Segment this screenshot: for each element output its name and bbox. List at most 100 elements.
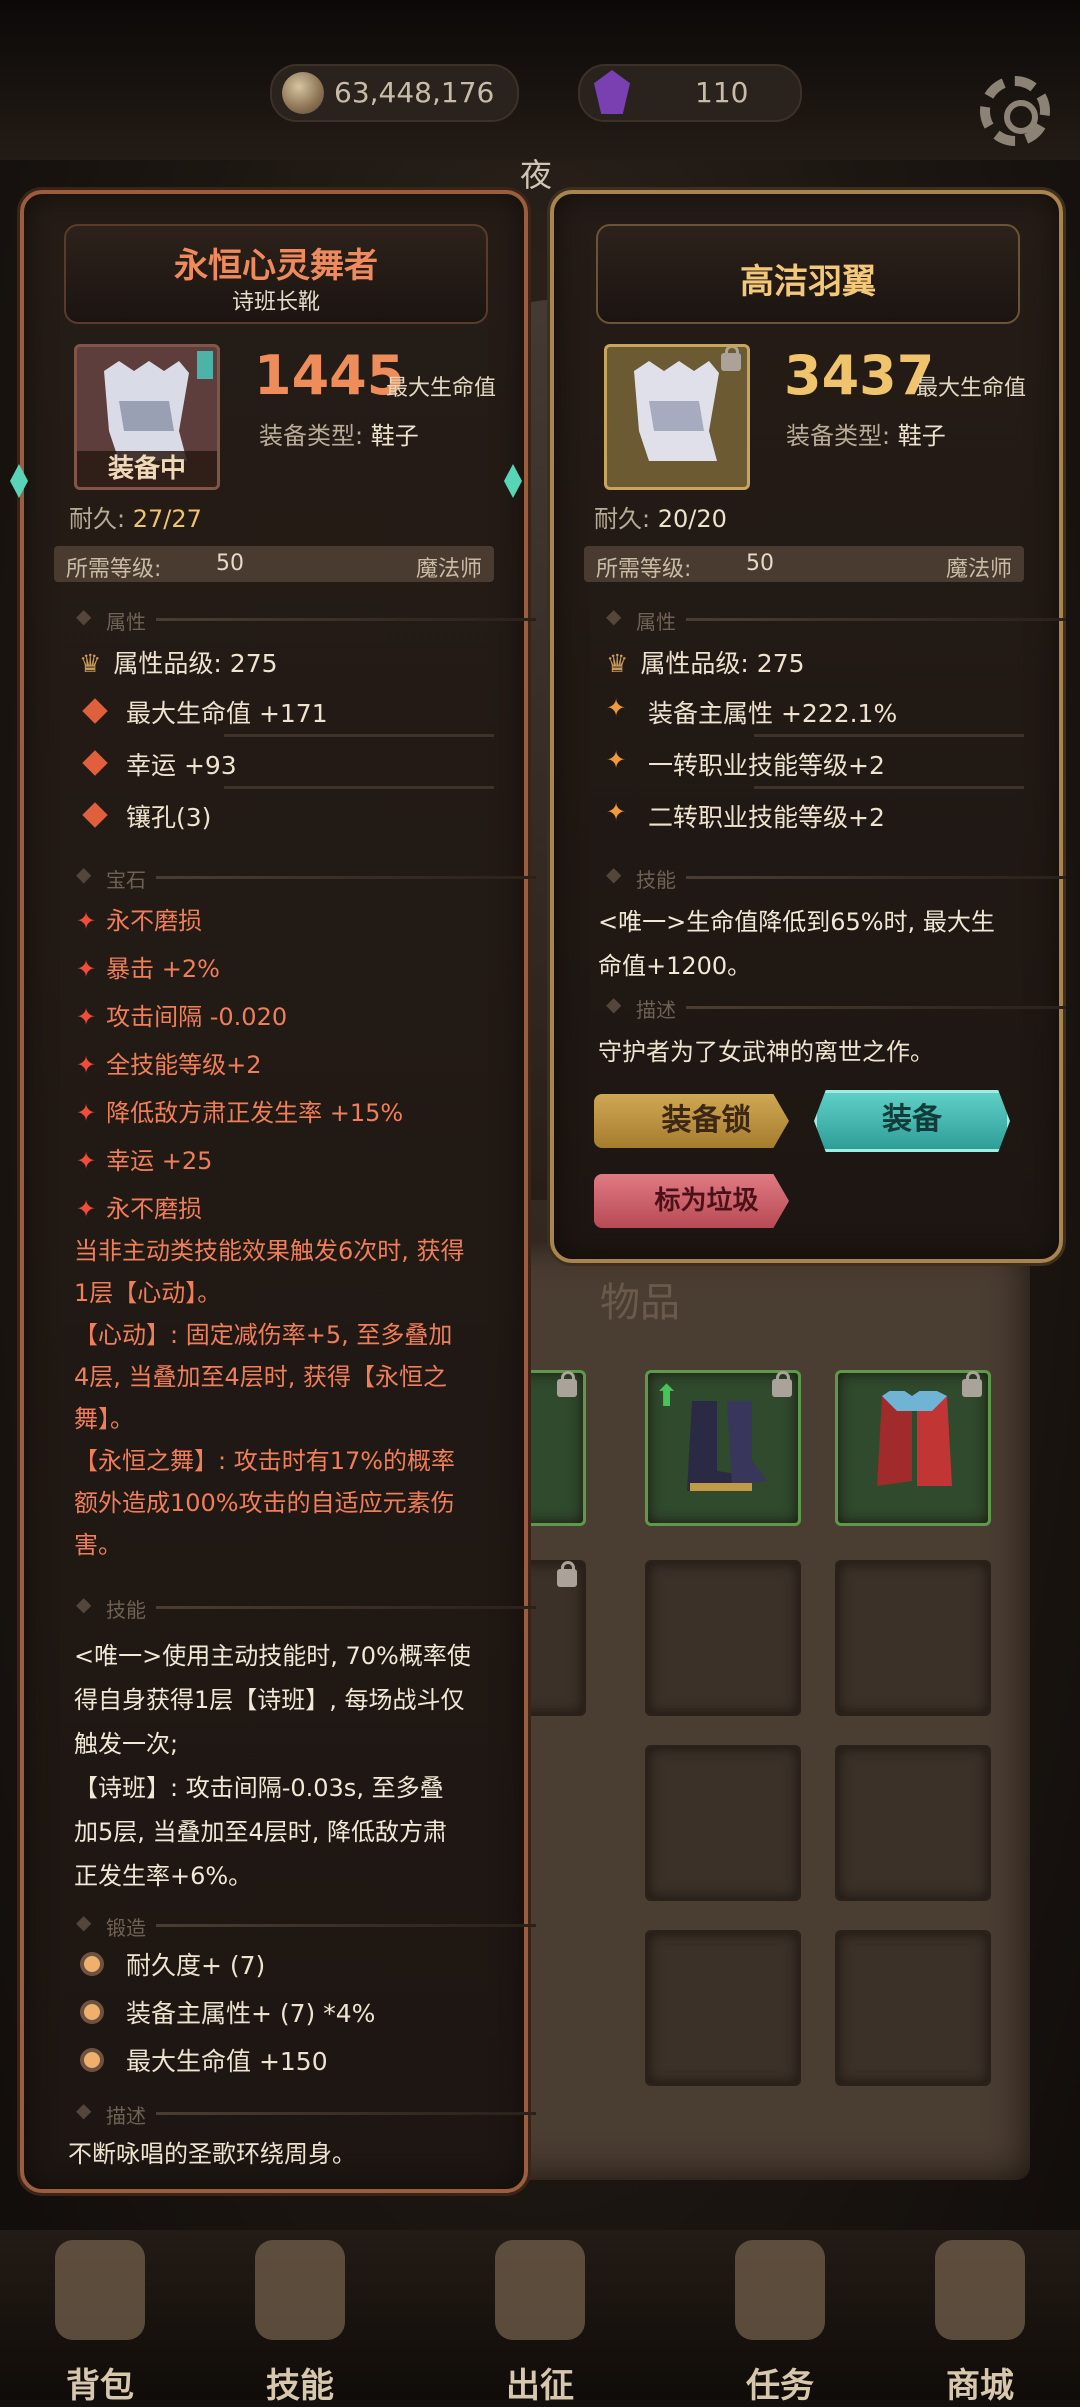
nav-shop[interactable]: 商城 <box>890 2240 1070 2406</box>
equip-button[interactable]: 装备 <box>814 1090 1010 1152</box>
boots-icon <box>877 1391 952 1486</box>
req-level-label: 所需等级: <box>66 557 162 582</box>
forging-line: 最大生命值 +150 <box>80 2042 328 2078</box>
attribute-line: ✦ 二转职业技能等级+2 <box>606 798 885 834</box>
inventory-slot[interactable] <box>835 1930 991 2086</box>
inventory-slot[interactable] <box>645 1745 801 1901</box>
lock-icon <box>557 1561 577 1587</box>
inventory-slot[interactable] <box>835 1370 991 1526</box>
durability: 耐久: 20/20 <box>594 499 727 534</box>
time-of-day-label: 夜 <box>520 156 553 194</box>
lock-icon <box>721 347 741 371</box>
skill-line: <唯一>使用主动技能时, 70%概率使 <box>74 1642 471 1670</box>
attribute-text: 幸运 +93 <box>126 751 237 780</box>
gem-line: ✦ 暴击 +2% <box>76 949 220 984</box>
item-portrait[interactable]: 装备中 <box>74 344 220 490</box>
divider <box>754 734 1024 745</box>
gem-desc-line: 当非主动类技能效果触发6次时, 获得 <box>74 1237 465 1265</box>
durability-value: 27/27 <box>132 505 202 533</box>
power-value: 1445 <box>254 344 405 407</box>
section-header-description: 描述 <box>76 2098 536 2128</box>
nav-bag[interactable]: 背包 <box>10 2240 190 2406</box>
item-description: 不断咏唱的圣歌环绕周身。 <box>68 2140 356 2168</box>
skill-line: 正发生率+6%。 <box>74 1862 253 1890</box>
gem-desc-line: 害。 <box>74 1531 122 1559</box>
equip-type-value: 鞋子 <box>897 422 946 450</box>
equip-type: 装备类型: 鞋子 <box>259 416 419 451</box>
inventory-label: 物品 <box>600 1280 680 1326</box>
diamond-icon <box>82 750 108 776</box>
inventory-slot[interactable] <box>835 1745 991 1901</box>
skill-line: 加5层, 当叠加至4层时, 降低敌方肃 <box>74 1818 448 1846</box>
power-label: 最大生命值 <box>916 376 1027 401</box>
title-plate: 高洁羽翼 <box>596 224 1020 324</box>
settings-gear-icon[interactable] <box>980 76 1050 146</box>
frame-gem-icon <box>504 464 522 498</box>
star-icon: ✦ <box>606 694 627 722</box>
rarity-flag-icon <box>197 351 213 379</box>
divider <box>224 786 494 797</box>
skill-line: 命值+1200。 <box>598 952 752 980</box>
section-header-forging: 锻造 <box>76 1910 536 1940</box>
gem-amount: 110 <box>695 76 749 109</box>
gem-desc-line: 额外造成100%攻击的自适应元素伤 <box>74 1489 455 1517</box>
attribute-line: ✦ 装备主属性 +222.1% <box>606 694 897 730</box>
gem-icon <box>594 70 630 114</box>
nav-expedition[interactable]: 出征 <box>450 2240 630 2406</box>
equip-type-label: 装备类型: <box>259 422 364 450</box>
nav-skills[interactable]: 技能 <box>210 2240 390 2406</box>
skill-line: 得自身获得1层【诗班】, 每场战斗仅 <box>74 1686 465 1714</box>
upgrade-arrow-icon: ⬆ <box>654 1379 680 1414</box>
gem-line: ✦ 降低敌方肃正发生率 +15% <box>76 1093 403 1128</box>
attribute-grade-text: 属性品级: 275 <box>113 649 278 678</box>
gold-counter: 63,448,176 <box>270 64 519 122</box>
mark-as-trash-button[interactable]: 标为垃圾 <box>594 1174 789 1228</box>
inventory-slot[interactable] <box>835 1560 991 1716</box>
item-subtitle: 诗班长靴 <box>231 290 320 315</box>
scroll-icon <box>735 2240 825 2340</box>
divider <box>224 734 494 745</box>
bullet-icon <box>80 2000 104 2024</box>
gem-text: 暴击 +2% <box>106 955 220 983</box>
gem-text: 降低敌方肃正发生率 +15% <box>106 1099 404 1127</box>
section-header-attributes: 属性 <box>76 604 536 634</box>
forging-text: 耐久度+ (7) <box>126 1951 266 1980</box>
inventory-slot[interactable] <box>645 1930 801 2086</box>
inventory-panel: 物品 ⬆ <box>430 1240 1030 2180</box>
star-icon: ✦ <box>606 798 627 826</box>
section-header-skills: 技能 <box>76 1592 536 1622</box>
forging-text: 装备主属性+ (7) *4% <box>126 1999 376 2028</box>
skill-description: <唯一>生命值降低到65%时, 最大生 命值+1200。 <box>598 900 995 988</box>
lock-button-label: 装备锁 <box>661 1103 752 1138</box>
gem-text: 全技能等级+2 <box>106 1051 262 1079</box>
spellbook-icon <box>255 2240 345 2340</box>
nav-quests[interactable]: 任务 <box>690 2240 870 2406</box>
gem-text: 幸运 +25 <box>106 1147 213 1175</box>
crown-icon: ♛ <box>79 649 102 678</box>
inventory-slot[interactable]: ⬆ <box>645 1370 801 1526</box>
gem-set-description: 当非主动类技能效果触发6次时, 获得 1层【心动】。 【心动】: 固定减伤率+5… <box>74 1230 465 1566</box>
equipped-item-card: 永恒心灵舞者 诗班长靴 装备中 1445 最大生命值 装备类型: 鞋子 耐久: … <box>10 190 536 2193</box>
item-portrait[interactable] <box>604 344 750 490</box>
attribute-line: ✦ 一转职业技能等级+2 <box>606 746 885 782</box>
winged-boots-icon <box>634 361 719 461</box>
power-value: 3437 <box>784 344 935 407</box>
sparkle-icon: ✦ <box>76 955 97 983</box>
durability-label: 耐久: <box>69 505 126 533</box>
req-class: 魔法师 <box>415 557 482 582</box>
attribute-text: 最大生命值 +171 <box>126 699 328 728</box>
crown-icon: ♛ <box>606 649 629 678</box>
inventory-slot[interactable] <box>645 1560 801 1716</box>
attribute-line: 镶孔(3) <box>82 798 211 834</box>
attribute-grade: ♛ 属性品级: 275 <box>606 644 805 680</box>
gem-desc-line: 【心动】: 固定减伤率+5, 至多叠加 <box>74 1321 453 1349</box>
section-header-gems: 宝石 <box>76 862 536 892</box>
equipment-lock-button[interactable]: 装备锁 <box>594 1094 789 1148</box>
top-bar <box>0 0 1080 160</box>
gem-line: ✦ 幸运 +25 <box>76 1141 212 1176</box>
item-name: 永恒心灵舞者 <box>174 246 378 286</box>
requirement-bar: 所需等级: 50 魔法师 <box>584 546 1024 582</box>
skill-line: <唯一>生命值降低到65%时, 最大生 <box>598 908 995 936</box>
boots-icon <box>687 1401 767 1491</box>
sparkle-icon: ✦ <box>76 1051 97 1079</box>
